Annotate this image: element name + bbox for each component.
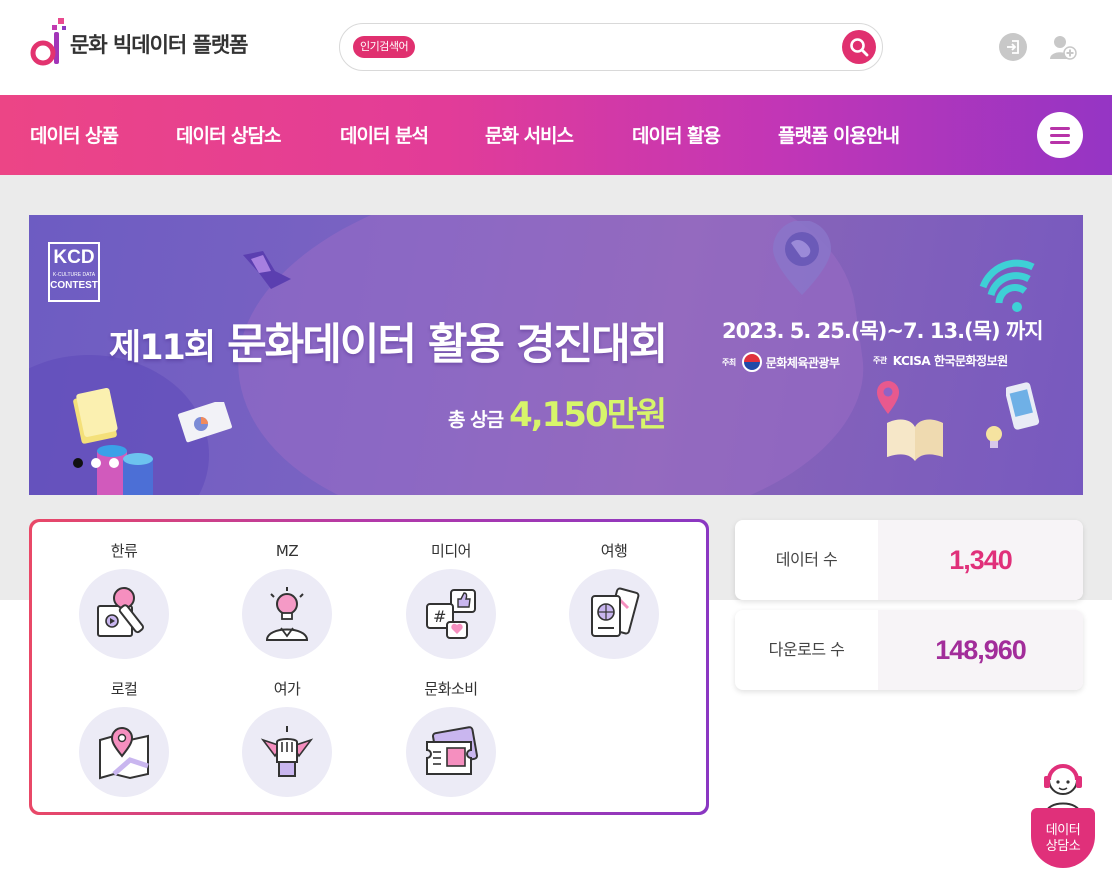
banner-host-name: 문화체육관광부	[765, 355, 840, 370]
category-icon-circle	[79, 569, 169, 659]
category-label: 문화소비	[424, 680, 478, 698]
phone-image-icon	[1006, 382, 1040, 430]
category-label: 여가	[273, 680, 301, 698]
nav-item-culture-service[interactable]: 문화 서비스	[485, 121, 574, 148]
category-culture-consumption[interactable]: 문화소비	[406, 678, 496, 797]
raised-hands-icon	[260, 726, 314, 777]
lightbulb-icon	[986, 426, 1002, 448]
category-label: 로컬	[110, 680, 138, 698]
banner-organizer-label: 주관	[873, 356, 887, 365]
banner-organizer: 주관 KCISA 한국문화정보원	[873, 352, 1008, 369]
banner-organizer-name: KCISA 한국문화정보원	[892, 354, 1008, 368]
hero-banner[interactable]: KCD K-CULTURE DATA CONTEST 제11회 문화데이터 활용…	[29, 215, 1083, 495]
category-panel-inner: 한류 MZ 미디어 # 여행 로컬 여가 문화소비	[32, 522, 706, 812]
passport-ticket-icon	[591, 587, 640, 637]
data-count-value: 1,340	[878, 520, 1083, 600]
kcd-logo-contest: CONTEST	[50, 280, 98, 291]
category-icon-circle: #	[406, 569, 496, 659]
nav-item-platform-guide[interactable]: 플랫폼 이용안내	[778, 121, 900, 148]
data-count-label: 데이터 수	[775, 550, 838, 569]
carousel-dots	[73, 458, 119, 468]
category-travel[interactable]: 여행	[569, 540, 659, 659]
download-count-label: 다운로드 수	[768, 640, 845, 659]
taegeuk-emblem-icon	[741, 352, 762, 372]
carousel-dot[interactable]	[91, 458, 101, 468]
map-pin-icon	[99, 727, 149, 780]
login-icon	[1007, 40, 1019, 54]
search-icon	[850, 38, 869, 57]
logo-text: 문화 빅데이터 플랫폼	[70, 33, 249, 57]
hamburger-bar	[1050, 127, 1070, 130]
carousel-dot[interactable]	[73, 458, 83, 468]
nav-item-data-analysis[interactable]: 데이터 분석	[340, 121, 429, 148]
signup-button[interactable]	[1049, 33, 1077, 61]
carousel-dot[interactable]	[109, 458, 119, 468]
category-icon-circle	[406, 707, 496, 797]
kcd-contest-logo: KCD K-CULTURE DATA CONTEST	[48, 242, 100, 302]
location-pin-icon	[877, 381, 899, 414]
wifi-icon	[979, 259, 1035, 312]
category-media[interactable]: 미디어 #	[406, 540, 496, 659]
float-button-body: 데이터 상담소	[1031, 808, 1095, 868]
login-button[interactable]	[999, 33, 1027, 61]
banner-title: 제11회 문화데이터 활용 경진대회	[109, 310, 668, 372]
category-icon-circle	[242, 569, 332, 659]
download-count-value: 148,960	[878, 610, 1083, 690]
category-icon-circle	[242, 707, 332, 797]
ticket-icon	[426, 726, 478, 775]
search-input[interactable]	[432, 32, 832, 62]
category-icon-circle	[569, 569, 659, 659]
banner-prize: 총 상금 4,150만원	[448, 387, 667, 436]
search-box: 인기검색어	[339, 23, 883, 71]
float-button-label: 데이터	[1045, 823, 1081, 838]
category-hallyu[interactable]: 한류	[79, 540, 169, 659]
banner-host-label: 주최	[722, 357, 736, 367]
banner-title-lead: 제11회	[109, 328, 216, 368]
nav-item-data-consulting[interactable]: 데이터 상담소	[176, 121, 281, 148]
lightbulb-person-icon	[265, 587, 309, 641]
microphone-icon	[97, 587, 144, 637]
popular-search-tag[interactable]: 인기검색어	[353, 36, 416, 58]
site-logo[interactable]: 문화 빅데이터 플랫폼	[28, 17, 249, 67]
data-count-card: 데이터 수 1,340	[735, 520, 1083, 600]
kcd-logo-text: KCD	[53, 247, 95, 268]
banner-title-main: 문화데이터 활용 경진대회	[227, 320, 668, 370]
hamburger-bar	[1050, 134, 1070, 137]
nav-item-data-products[interactable]: 데이터 상품	[30, 121, 119, 148]
category-label: 여행	[600, 542, 628, 560]
category-local[interactable]: 로컬	[79, 678, 169, 797]
search-button[interactable]	[842, 30, 876, 64]
category-label: 한류	[110, 542, 138, 560]
arrow-shape-icon	[243, 251, 291, 289]
category-icon-circle	[79, 707, 169, 797]
category-label: MZ	[275, 542, 299, 560]
download-count-card: 다운로드 수 148,960	[735, 610, 1083, 690]
banner-prize-amount: 4,150만원	[509, 395, 667, 435]
banner-prize-label: 총 상금	[448, 409, 504, 431]
category-leisure[interactable]: 여가	[242, 678, 332, 797]
kcd-logo-subtext: K-CULTURE DATA	[52, 272, 96, 278]
hamburger-bar	[1050, 141, 1070, 144]
banner-host: 주최 문화체육관광부	[722, 352, 840, 372]
hamburger-menu-button[interactable]	[1037, 112, 1083, 158]
logo-mark-icon	[28, 17, 68, 67]
add-user-icon	[1050, 36, 1077, 60]
banner-date: 2023. 5. 25.(목)~7. 13.(목) 까지	[722, 319, 1044, 343]
document-chart-icon	[178, 402, 232, 443]
open-book-icon	[887, 419, 943, 461]
float-button-label: 상담소	[1045, 839, 1081, 854]
main-nav: 데이터 상품 데이터 상담소 데이터 분석 문화 서비스 데이터 활용 플랫폼 …	[0, 95, 1112, 175]
globe-pin-icon	[773, 221, 831, 295]
site-header: 문화 빅데이터 플랫폼 인기검색어	[0, 0, 1112, 95]
category-panel: 한류 MZ 미디어 # 여행 로컬 여가 문화소비	[29, 519, 709, 815]
svg-text:#: #	[433, 607, 446, 626]
data-consulting-float-button[interactable]: 데이터 상담소	[1028, 758, 1098, 870]
social-media-icon: #	[426, 589, 476, 639]
consultant-headset-icon	[1044, 764, 1082, 814]
category-mz[interactable]: MZ	[242, 540, 332, 659]
nav-item-data-utilization[interactable]: 데이터 활용	[632, 121, 721, 148]
category-label: 미디어	[431, 542, 471, 560]
